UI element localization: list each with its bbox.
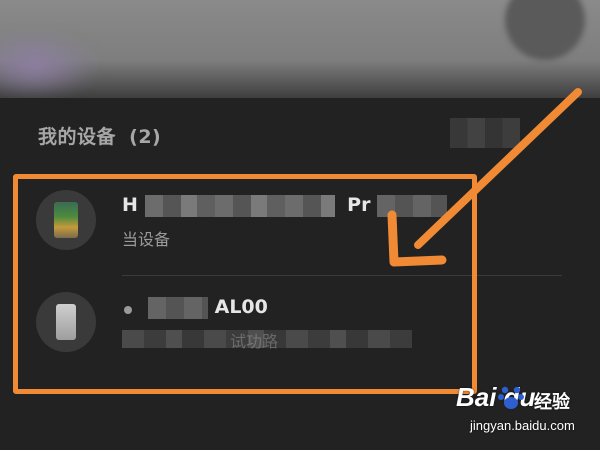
paw-icon: [498, 386, 524, 409]
arrow-shaft: [414, 88, 582, 249]
watermark: Bai du 经验 jingyan.baidu.com: [456, 382, 596, 442]
watermark-url: jingyan.baidu.com: [470, 418, 575, 433]
arrow-head: [387, 210, 447, 267]
screenshot: 我的设备 (2) H Pr 当设备 AL00 试功路 Bai du 经验 jin…: [0, 0, 600, 450]
watermark-label: 经验: [534, 392, 570, 413]
